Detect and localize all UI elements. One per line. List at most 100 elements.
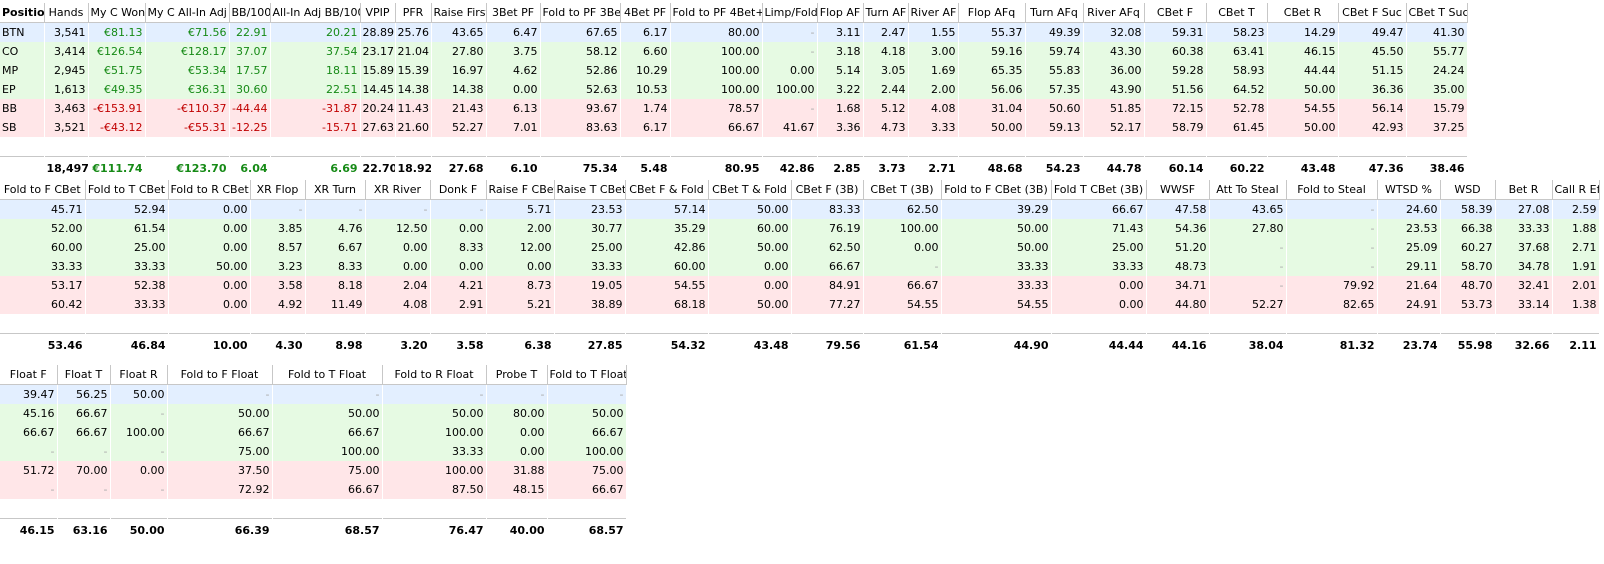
column-header-river-af[interactable]: River AF [908,3,959,23]
table-cell: 25.00 [1051,238,1146,257]
column-header-cbet-t-fold[interactable]: CBet T & Fold [708,180,792,200]
column-header-raise-f-cbet[interactable]: Raise F CBet [486,180,555,200]
table-row[interactable]: 33.33 33.33 50.00 3.23 8.33 0.00 0.00 0.00 33.33… [0,257,1599,276]
table-row[interactable]: BB 3,463 -€153.91 -€110.37 -44.44 -31.87 20.24… [0,99,1467,118]
column-header-turn-af[interactable]: Turn AF [863,3,909,23]
table-row[interactable]: 60.00 25.00 0.00 8.57 6.67 0.00 8.33 12.00 25.00… [0,238,1599,257]
table-cell: 45.50 [1338,42,1406,61]
column-header-fold-to-f-float[interactable]: Fold to F Float [167,365,273,385]
table-row[interactable]: 45.16 66.67-50.00 50.00 50.00 80.00 50.00 [0,404,626,423]
total-cell: 54.32 [625,333,708,356]
table-cell: 21.64 [1377,276,1440,295]
column-header-cbet-t-suc[interactable]: CBet T Suc [1406,3,1468,23]
column-header-fold-to-f-cbet-3b[interactable]: Fold to F CBet (3B) [941,180,1052,200]
column-header-wtsd[interactable]: WTSD % [1377,180,1441,200]
column-header-fold-to-pf-4bet[interactable]: Fold to PF 4Bet+ [670,3,763,23]
table-row[interactable]: 66.67 66.67 100.00 66.67 66.67 100.00 0.00 66.6… [0,423,626,442]
column-header-wwsf[interactable]: WWSF [1146,180,1210,200]
column-header-vpip[interactable]: VPIP [360,3,396,23]
column-header-call-r-eff[interactable]: Call R Eff [1552,180,1600,200]
total-cell: 6.04 [229,156,270,179]
column-header-raise-t-cbet[interactable]: Raise T CBet [554,180,626,200]
column-header-my-c-all-in-adj[interactable]: My C All-In Adj [145,3,230,23]
table-row[interactable]: SB 3,521 -€43.12 -€55.31 -12.25 -15.71 27.63 21… [0,118,1467,137]
table-row[interactable]: BTN 3,541 €81.13 €71.56 22.91 20.21 28.89 25.76… [0,22,1467,42]
column-header-bet-r[interactable]: Bet R [1495,180,1553,200]
column-header-cbet-r[interactable]: CBet R [1267,3,1339,23]
column-header-fold-to-r-cbet[interactable]: Fold to R CBet [168,180,251,200]
table-cell: 72.15 [1144,99,1206,118]
table-row[interactable]: 53.17 52.38 0.00 3.58 8.18 2.04 4.21 8.73 19.05 5… [0,276,1599,295]
table-row[interactable]: 45.71 52.94 0.00- - - -5.71 23.53 57.14 50.00 83.… [0,199,1599,219]
total-cell: 4.30 [250,333,305,356]
position-cell: SB [0,118,44,137]
table-row[interactable]: - - -72.92 66.67 87.50 48.15 66.67 [0,480,626,499]
table-cell: 33.33 [1495,219,1552,238]
column-header-float-r[interactable]: Float R [110,365,168,385]
column-header-fold-to-r-float[interactable]: Fold to R Float [382,365,487,385]
table-cell: 2.44 [863,80,908,99]
table-row[interactable]: MP 2,945 €51.75 €53.34 17.57 18.11 15.89 15.39 1… [0,61,1467,80]
column-header-cbet-f-fold[interactable]: CBet F & Fold [625,180,709,200]
column-header-xr-river[interactable]: XR River [365,180,431,200]
column-header-cbet-f[interactable]: CBet F [1144,3,1207,23]
column-header-fold-to-pf-3bet[interactable]: Fold to PF 3Bet [540,3,621,23]
table-row[interactable]: - - -75.00 100.00 33.33 0.00 100.00 [0,442,626,461]
column-header-cbet-f-3b[interactable]: CBet F (3B) [791,180,864,200]
table-row[interactable]: 60.42 33.33 0.00 4.92 11.49 4.08 2.91 5.21 38.89… [0,295,1599,314]
column-header-donk-f[interactable]: Donk F [430,180,487,200]
column-header-river-afq[interactable]: River AFq [1083,3,1145,23]
column-header-float-f[interactable]: Float F [0,365,58,385]
column-header-fold-to-t-float[interactable]: Fold to T Float [547,365,627,385]
column-header-float-t[interactable]: Float T [57,365,111,385]
table-row[interactable]: 51.72 70.00 0.00 37.50 75.00 100.00 31.88 75.00 [0,461,626,480]
table-cell: 8.57 [250,238,305,257]
column-header-att-to-steal[interactable]: Att To Steal [1209,180,1287,200]
column-header-my-c-won[interactable]: My C Won [88,3,146,23]
table-cell: 17.57 [229,61,270,80]
column-header-hands[interactable]: Hands [44,3,89,23]
column-header-bb-100[interactable]: BB/100 [229,3,271,23]
column-header-fold-to-t-cbet[interactable]: Fold to T CBet [85,180,169,200]
table-cell: 50.00 [708,295,791,314]
column-header-xr-turn[interactable]: XR Turn [305,180,366,200]
column-header-cbet-f-suc[interactable]: CBet F Suc [1338,3,1407,23]
column-header-fold-t-cbet-3b[interactable]: Fold T CBet (3B) [1051,180,1147,200]
table-cell: €53.34 [145,61,229,80]
table-row[interactable]: EP 1,613 €49.35 €36.31 30.60 22.51 14.45 14.38 1… [0,80,1467,99]
table-cell: 33.33 [85,295,168,314]
column-header-turn-afq[interactable]: Turn AFq [1025,3,1084,23]
column-header-limp-fold[interactable]: Limp/Fold [762,3,818,23]
table-cell: 25.00 [85,238,168,257]
column-header-xr-flop[interactable]: XR Flop [250,180,306,200]
table-cell: 16.97 [431,61,486,80]
column-header-4bet-pf[interactable]: 4Bet PF [620,3,671,23]
table-cell: - [762,99,817,118]
total-cell: 43.48 [708,333,791,356]
table-cell: 0.00 [168,238,250,257]
table-cell: - [57,442,110,461]
column-header-fold-to-t-float[interactable]: Fold to T Float [272,365,383,385]
column-header-position[interactable]: Position [0,3,45,23]
column-header-cbet-t-3b[interactable]: CBet T (3B) [863,180,942,200]
column-header-pfr[interactable]: PFR [395,3,432,23]
table-row[interactable]: 39.47 56.25 50.00- - - - - [0,384,626,404]
column-header-3bet-pf[interactable]: 3Bet PF [486,3,541,23]
column-header-flop-af[interactable]: Flop AF [817,3,864,23]
table-row[interactable]: 52.00 61.54 0.00 3.85 4.76 12.50 0.00 2.00 30.77… [0,219,1599,238]
table-cell: €81.13 [88,22,145,42]
table-row[interactable]: CO 3,414 €126.54 €128.17 37.07 37.54 23.17 21.0… [0,42,1467,61]
column-header-raise-first[interactable]: Raise First [431,3,487,23]
table-cell: - [762,22,817,42]
column-header-wsd[interactable]: WSD [1440,180,1496,200]
column-header-all-in-adj-bb-100[interactable]: All-In Adj BB/100 [270,3,361,23]
column-header-fold-to-steal[interactable]: Fold to Steal [1286,180,1378,200]
column-header-probe-t[interactable]: Probe T [486,365,548,385]
table-cell: 4.92 [250,295,305,314]
column-header-flop-afq[interactable]: Flop AFq [958,3,1026,23]
column-header-fold-to-f-cbet[interactable]: Fold to F CBet [0,180,86,200]
column-header-cbet-t[interactable]: CBet T [1206,3,1268,23]
table-cell: 41.30 [1406,22,1467,42]
table-cell: 50.00 [168,257,250,276]
table-cell: 36.36 [1338,80,1406,99]
